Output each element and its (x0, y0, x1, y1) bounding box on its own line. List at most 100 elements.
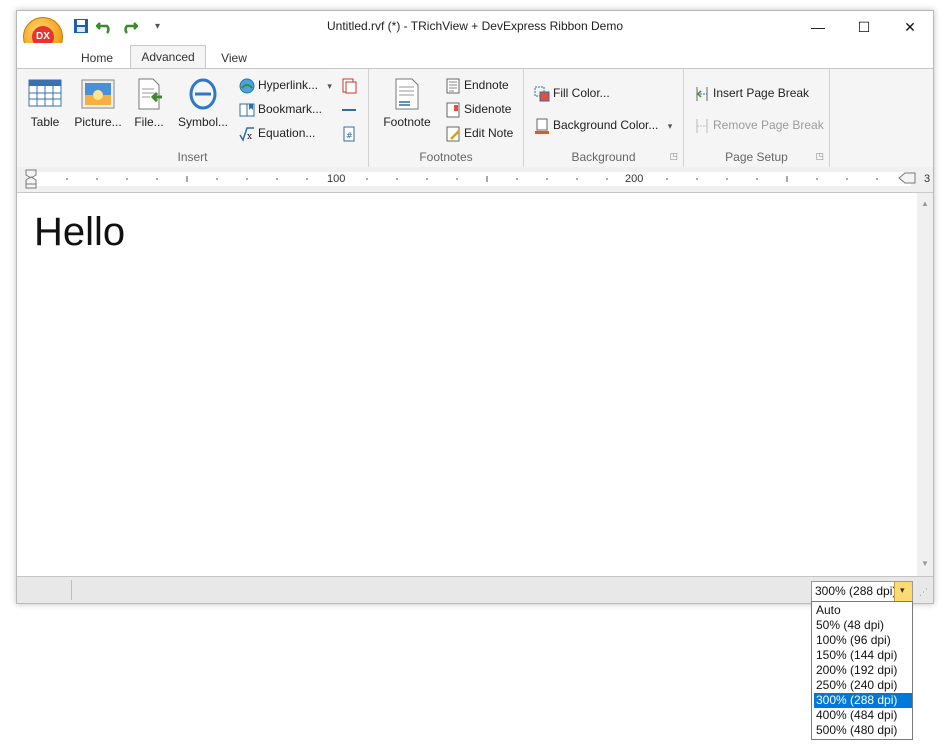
zoom-option[interactable]: Auto (814, 603, 912, 618)
status-divider (71, 580, 72, 600)
symbol-label: Symbol... (177, 115, 228, 129)
equation-button[interactable]: x Equation... (239, 123, 315, 143)
ruler-strip (27, 172, 911, 186)
ruler-mark-100: 100 (327, 173, 346, 185)
bookmark-icon (239, 102, 255, 118)
zoom-dropdown-list: Auto 50% (48 dpi) 100% (96 dpi) 150% (14… (811, 601, 913, 740)
horizontal-ruler[interactable]: 100 200 3 (17, 167, 933, 193)
equation-sqrt-icon: x (239, 126, 255, 142)
close-button[interactable]: ✕ (887, 11, 933, 43)
svg-text:#: # (346, 131, 353, 140)
table-label: Table (30, 115, 60, 129)
tab-home[interactable]: Home (69, 47, 125, 69)
fill-color-button[interactable]: Fill Color... (534, 83, 610, 103)
symbol-button[interactable]: Symbol... (175, 73, 231, 129)
bookmark-button[interactable]: Bookmark... (239, 99, 322, 119)
background-color-button[interactable]: Background Color... ▾ (534, 115, 672, 135)
left-indent-marker-icon[interactable] (25, 169, 37, 189)
footnote-icon (390, 77, 424, 111)
edit-note-icon (445, 126, 461, 142)
table-button[interactable]: Table (23, 73, 67, 129)
file-label: File... (134, 115, 164, 129)
document-text[interactable]: Hello (34, 210, 125, 255)
picture-button[interactable]: Picture... (71, 73, 125, 129)
zoom-option[interactable]: 400% (484 dpi) (814, 708, 912, 723)
remove-page-break-icon (694, 118, 710, 134)
zoom-option[interactable]: 250% (240 dpi) (814, 678, 912, 693)
file-button[interactable]: File... (129, 73, 169, 129)
table-icon (28, 77, 62, 111)
scroll-down-icon[interactable]: ▼ (921, 559, 929, 568)
group-page-setup-label: Page Setup (725, 150, 788, 164)
zoom-option[interactable]: 200% (192 dpi) (814, 663, 912, 678)
minimize-button[interactable]: — (795, 11, 841, 43)
insert-object-button[interactable] (341, 75, 360, 95)
bookmark-label: Bookmark... (258, 102, 323, 116)
footnote-button[interactable]: Footnote (379, 73, 435, 129)
ruler-ticks (66, 176, 878, 182)
ribbon-panel: Table Picture... File... Symbol... Hyper… (17, 68, 933, 168)
zoom-combobox[interactable]: 300% (288 dpi) ▾ (811, 581, 913, 602)
fill-color-icon (534, 86, 550, 102)
sidenote-icon (445, 102, 461, 118)
scroll-up-icon[interactable]: ▲ (921, 199, 929, 208)
zoom-option[interactable]: 150% (144 dpi) (814, 648, 912, 663)
app-window: ▾ Untitled.rvf (*) - TRichView + DevExpr… (16, 10, 934, 604)
remove-page-break-button[interactable]: Remove Page Break (694, 115, 824, 135)
insert-page-break-label: Insert Page Break (713, 86, 810, 100)
horizontal-line-button[interactable] (341, 99, 360, 119)
maximize-button[interactable]: ☐ (841, 11, 887, 43)
hyperlink-dropdown-icon[interactable]: ▾ (327, 81, 332, 91)
zoom-value: 300% (288 dpi) (815, 584, 897, 598)
group-background: Fill Color... Background Color... ▾ Back… (524, 69, 684, 167)
status-bar: 300% (288 dpi) ▾ ⋰ (17, 576, 933, 603)
page-number-button[interactable]: # (341, 123, 360, 143)
background-color-dropdown-icon[interactable]: ▾ (668, 121, 673, 131)
document-editor[interactable]: Hello (17, 193, 917, 576)
group-insert: Table Picture... File... Symbol... Hyper… (17, 69, 369, 167)
chevron-down-icon: ▾ (900, 585, 905, 595)
page-number-icon: # (341, 126, 357, 142)
zoom-option[interactable]: 50% (48 dpi) (814, 618, 912, 633)
zoom-dropdown-button[interactable]: ▾ (894, 582, 912, 601)
edit-note-button[interactable]: Edit Note (445, 123, 513, 143)
insert-page-break-icon (694, 86, 710, 102)
picture-label: Picture... (74, 115, 122, 129)
group-footnotes: Footnote Endnote Sidenote Edit Note Foot… (369, 69, 524, 167)
omega-symbol-icon (186, 77, 220, 111)
ribbon-tabs: Home Advanced View (17, 43, 933, 70)
hyperlink-label: Hyperlink... (258, 78, 319, 92)
sidenote-button[interactable]: Sidenote (445, 99, 511, 119)
group-insert-label: Insert (177, 150, 208, 164)
insert-page-break-button[interactable]: Insert Page Break (694, 83, 809, 103)
remove-page-break-label: Remove Page Break (713, 118, 824, 132)
tab-advanced[interactable]: Advanced (130, 45, 206, 70)
endnote-button[interactable]: Endnote (445, 75, 509, 95)
hyperlink-globe-icon (239, 78, 255, 94)
insert-file-icon (132, 77, 166, 111)
zoom-option[interactable]: 500% (480 dpi) (814, 723, 912, 738)
background-color-label: Background Color... (553, 118, 659, 132)
vertical-scrollbar[interactable]: ▲ ▼ (917, 193, 933, 576)
hyperlink-button[interactable]: Hyperlink... ▾ (239, 75, 332, 95)
ruler-mark-200: 200 (625, 173, 644, 185)
sidenote-label: Sidenote (464, 102, 512, 116)
object-icon (341, 78, 357, 94)
zoom-option-selected[interactable]: 300% (288 dpi) (814, 693, 912, 708)
resize-grip-icon[interactable]: ⋰ (919, 587, 928, 598)
zoom-option[interactable]: 100% (96 dpi) (814, 633, 912, 648)
svg-text:x: x (247, 132, 252, 142)
horizontal-line-icon (341, 102, 357, 118)
background-color-icon (534, 118, 550, 134)
footnote-label: Footnote (383, 115, 431, 129)
picture-icon (81, 77, 115, 111)
right-indent-marker-icon[interactable] (897, 170, 917, 186)
page-setup-dialog-launcher-icon[interactable]: ◳ (815, 151, 824, 162)
group-background-label: Background (571, 150, 636, 164)
endnote-label: Endnote (464, 78, 509, 92)
background-dialog-launcher-icon[interactable]: ◳ (669, 151, 678, 162)
ruler-mark-300: 3 (924, 173, 931, 185)
endnote-icon (445, 78, 461, 94)
fill-color-label: Fill Color... (553, 86, 610, 100)
tab-view[interactable]: View (209, 47, 259, 69)
